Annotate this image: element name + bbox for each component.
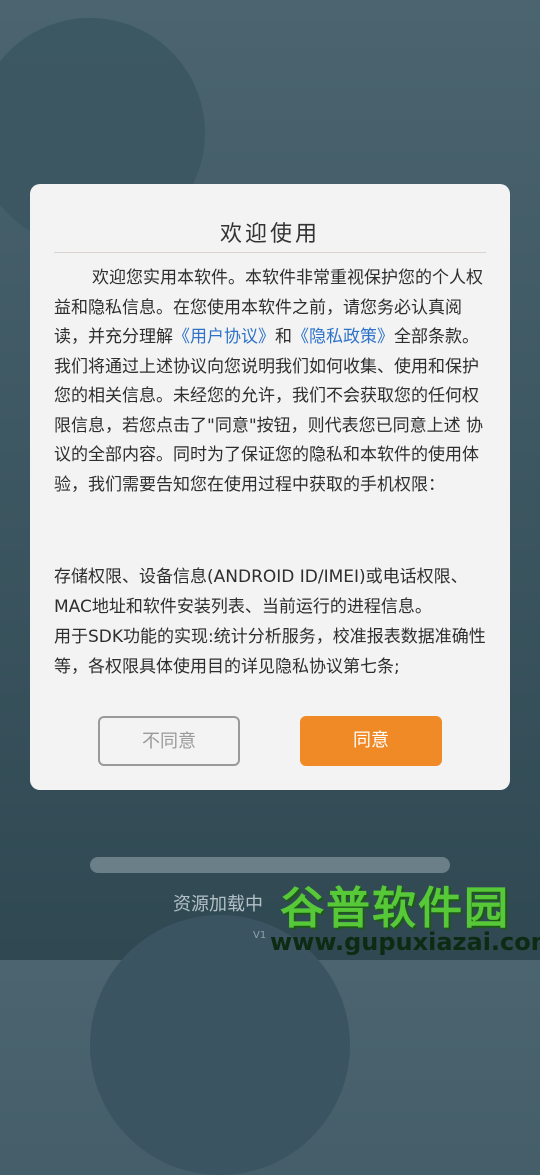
privacy-policy-link[interactable]: 《隐私政策》 <box>292 327 394 347</box>
and-text: 和 <box>275 327 292 347</box>
intro-continued-text: 全部条款。我们将通过上述协议向您说明我们如何收集、使用和保护您的相关信息。未经您… <box>54 327 484 495</box>
version-text: V1 <box>253 930 267 941</box>
permissions-section: 存储权限、设备信息(ANDROID ID/IMEI)或电话权限、MAC地址和软件… <box>54 562 504 682</box>
user-agreement-link[interactable]: 《用户协议》 <box>173 327 275 347</box>
watermark-title: 谷普软件园 <box>280 883 510 934</box>
watermark-url: www.gupuxiazai.com <box>270 928 540 956</box>
dialog-title: 欢迎使用 <box>219 222 320 247</box>
title-divider <box>54 252 486 253</box>
site-watermark: 谷普软件园 www.gupuxiazai.com <box>270 868 540 960</box>
privacy-consent-dialog: 欢迎使用 欢迎您实用本软件。本软件非常重视保护您的个人权益和隐私信息。在您使用本… <box>30 184 510 790</box>
permissions-list-text: 存储权限、设备信息(ANDROID ID/IMEI)或电话权限、MAC地址和软件… <box>54 567 468 617</box>
permissions-purpose-text: 用于SDK功能的实现:统计分析服务，校准报表数据准确性等，各权限具体使用目的详见… <box>54 627 486 677</box>
disagree-button[interactable]: 不同意 <box>98 716 240 766</box>
consent-body: 欢迎您实用本软件。本软件非常重视保护您的个人权益和隐私信息。在您使用本软件之前，… <box>54 264 494 500</box>
loading-text: 资源加载中 <box>173 894 263 915</box>
agree-button[interactable]: 同意 <box>300 716 442 766</box>
